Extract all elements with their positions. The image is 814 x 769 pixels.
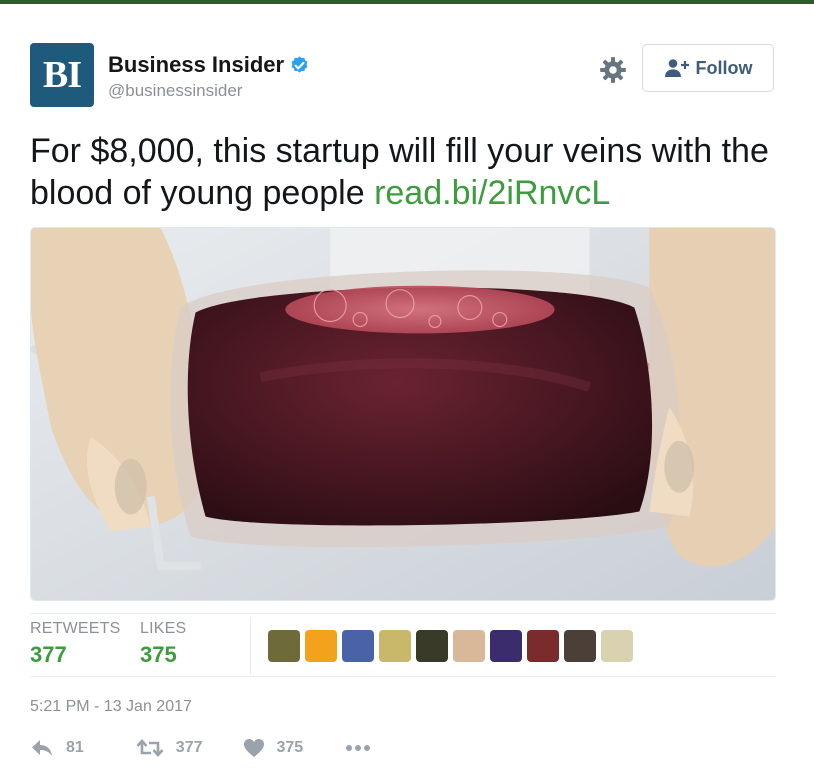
author-avatar[interactable]: BI	[30, 43, 94, 107]
retweet-count: 377	[175, 739, 203, 756]
retweets-stat[interactable]: RETWEETS 377	[30, 620, 121, 668]
liker-avatars	[268, 630, 638, 662]
avatar-logo-text: BI	[42, 54, 82, 96]
retweet-icon	[136, 739, 164, 757]
liker-avatar[interactable]	[564, 630, 596, 662]
likes-count: 375	[140, 642, 177, 667]
tweet-text: For $8,000, this startup will fill your …	[30, 130, 790, 214]
tweet-link[interactable]: read.bi/2iRnvcL	[374, 174, 610, 212]
stats-bottom-divider	[30, 676, 776, 677]
liker-avatar[interactable]	[453, 630, 485, 662]
top-border	[0, 0, 814, 4]
follow-label: Follow	[695, 57, 753, 78]
liker-avatar[interactable]	[379, 630, 411, 662]
gear-icon[interactable]	[599, 56, 627, 84]
liker-avatar[interactable]	[601, 630, 633, 662]
more-button[interactable]	[345, 744, 383, 752]
tweet-actions: 81 377 375	[30, 738, 383, 758]
liker-avatar[interactable]	[342, 630, 374, 662]
blood-bag-photo-image	[31, 228, 775, 600]
tweet-timestamp[interactable]: 5:21 PM - 13 Jan 2017	[30, 698, 192, 716]
author-handle[interactable]: @businessinsider	[108, 81, 242, 101]
verified-badge-icon	[291, 55, 308, 73]
more-icon	[346, 745, 371, 751]
retweet-button[interactable]: 377	[136, 738, 203, 758]
retweets-label: RETWEETS	[30, 620, 121, 637]
follow-button[interactable]: Follow	[642, 44, 774, 92]
reply-count: 81	[66, 739, 84, 756]
author-name-row: Business Insider	[108, 52, 310, 78]
like-button[interactable]: 375	[243, 738, 304, 758]
likes-stat[interactable]: LIKES 375	[140, 620, 186, 668]
reply-icon	[32, 740, 52, 756]
liker-avatar[interactable]	[527, 630, 559, 662]
liker-avatar[interactable]	[305, 630, 337, 662]
add-user-icon	[664, 59, 689, 77]
liker-avatar[interactable]	[490, 630, 522, 662]
reply-button[interactable]: 81	[30, 738, 84, 758]
likes-label: LIKES	[140, 620, 187, 637]
liker-avatar[interactable]	[416, 630, 448, 662]
stats-top-divider	[30, 613, 776, 614]
tweet-photo[interactable]	[30, 227, 776, 601]
heart-icon	[243, 739, 264, 757]
retweets-count: 377	[30, 642, 67, 667]
stats-separator	[250, 617, 251, 675]
author-name[interactable]: Business Insider	[108, 52, 284, 78]
like-count: 375	[276, 739, 304, 756]
liker-avatar[interactable]	[268, 630, 300, 662]
